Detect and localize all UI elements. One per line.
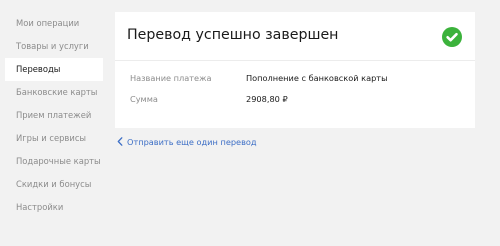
sidebar-item-goods-and-services[interactable]: Товары и услуги [5, 35, 103, 58]
sidebar-item-bank-cards[interactable]: Банковские карты [5, 81, 103, 104]
sidebar-item-games-and-services[interactable]: Игры и сервисы [5, 127, 103, 150]
sidebar-item-my-operations[interactable]: Мои операции [5, 12, 103, 35]
card-header: Перевод успешно завершен [115, 12, 475, 61]
sidebar-item-transfers[interactable]: Переводы [5, 58, 103, 81]
amount-value: 2908,80 ₽ [246, 94, 288, 104]
sidebar-item-settings[interactable]: Настройки [5, 196, 103, 219]
sidebar-item-gift-cards[interactable]: Подарочные карты [5, 150, 103, 173]
sidebar-item-discounts-and-bonuses[interactable]: Скидки и бонусы [5, 173, 103, 196]
page-title: Перевод успешно завершен [127, 27, 339, 43]
transfer-result-card: Перевод успешно завершен Название платеж… [115, 12, 475, 128]
send-another-transfer-label: Отправить еще один перевод [127, 137, 257, 147]
check-circle-icon [442, 27, 462, 47]
chevron-left-icon [117, 137, 123, 149]
sidebar-nav: Мои операции Товары и услуги Переводы Ба… [5, 12, 103, 219]
amount-label: Сумма [130, 94, 158, 104]
sidebar-item-payment-acceptance[interactable]: Прием платежей [5, 104, 103, 127]
payment-name-label: Название платежа [130, 73, 212, 83]
payment-name-value: Пополнение с банковской карты [246, 73, 388, 83]
send-another-transfer-link[interactable]: Отправить еще один перевод [117, 136, 257, 148]
